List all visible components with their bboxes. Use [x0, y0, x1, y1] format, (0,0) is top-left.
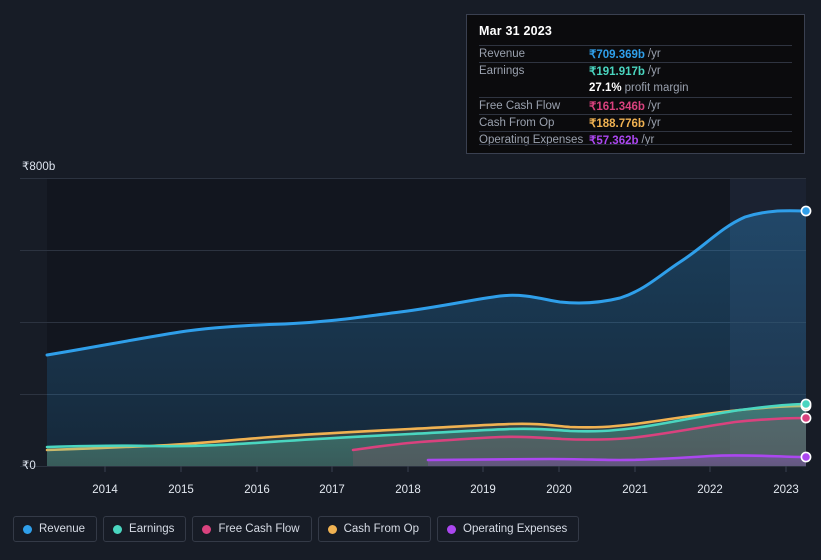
x-axis-label-2015: 2015	[168, 484, 194, 496]
chart-page: ₹800b ₹0 2014 2015 2016 2017 2018 2019 2…	[0, 0, 821, 560]
end-marker-free-cash-flow	[800, 412, 812, 424]
x-axis-label-2023: 2023	[773, 484, 799, 496]
legend-item-cash-from-op[interactable]: Cash From Op	[317, 516, 432, 542]
end-marker-revenue	[800, 205, 812, 217]
tooltip-unit-earnings: /yr	[647, 65, 661, 78]
legend-label-free-cash-flow: Free Cash Flow	[218, 523, 300, 535]
legend-label-cash-from-op: Cash From Op	[343, 523, 420, 535]
tooltip-row-profit-margin: 27.1% profit margin	[479, 79, 792, 96]
tooltip-row-earnings: Earnings ₹191.917b /yr	[479, 62, 792, 79]
legend-dot-cash-from-op-icon	[327, 524, 337, 534]
legend-label-operating-expenses: Operating Expenses	[463, 523, 568, 535]
legend-dot-earnings-icon	[113, 524, 123, 534]
legend-label-earnings: Earnings	[129, 523, 175, 535]
tooltip-label-cash-from-op: Cash From Op	[479, 116, 555, 129]
x-axis-label-2022: 2022	[697, 484, 723, 496]
y-axis-label-bottom: ₹0	[22, 460, 36, 472]
legend-item-earnings[interactable]: Earnings	[103, 516, 187, 542]
tooltip-value-earnings: ₹191.917b	[589, 66, 645, 79]
chart-legend: Revenue Earnings Free Cash Flow Cash Fro…	[13, 516, 580, 542]
tooltip-bottom-divider	[479, 144, 792, 145]
tooltip-value-free-cash-flow: ₹161.346b	[589, 100, 645, 113]
tooltip-unit-revenue: /yr	[647, 48, 661, 61]
end-marker-operating-expenses	[800, 451, 812, 463]
tooltip-row-revenue: Revenue ₹709.369b /yr	[479, 45, 792, 62]
tooltip-unit-free-cash-flow: /yr	[647, 99, 661, 112]
tooltip-value-profit-margin: 27.1%	[589, 81, 622, 94]
tooltip-unit-profit-margin: profit margin	[624, 81, 689, 94]
chart-tooltip: Mar 31 2023 Revenue ₹709.369b /yr Earnin…	[466, 14, 805, 154]
x-axis-label-2018: 2018	[395, 484, 421, 496]
x-axis-label-2021: 2021	[622, 484, 648, 496]
tooltip-row-cash-from-op: Cash From Op ₹188.776b /yr	[479, 113, 792, 131]
tooltip-row-free-cash-flow: Free Cash Flow ₹161.346b /yr	[479, 96, 792, 114]
legend-item-operating-expenses[interactable]: Operating Expenses	[437, 516, 580, 542]
x-axis-label-2020: 2020	[546, 484, 572, 496]
tooltip-label-free-cash-flow: Free Cash Flow	[479, 99, 561, 112]
legend-dot-revenue-icon	[23, 524, 32, 534]
tooltip-unit-cash-from-op: /yr	[647, 116, 661, 129]
legend-item-free-cash-flow[interactable]: Free Cash Flow	[192, 516, 312, 542]
tooltip-value-revenue: ₹709.369b	[589, 49, 645, 62]
tooltip-row-operating-expenses: Operating Expenses ₹57.362b /yr	[479, 130, 792, 148]
tooltip-date: Mar 31 2023	[479, 24, 553, 38]
x-axis-label-2019: 2019	[470, 484, 496, 496]
x-axis-label-2016: 2016	[244, 484, 270, 496]
end-marker-earnings	[800, 398, 812, 410]
y-axis-label-top: ₹800b	[22, 161, 56, 173]
x-axis-label-2014: 2014	[92, 484, 118, 496]
tooltip-value-cash-from-op: ₹188.776b	[589, 117, 645, 130]
legend-label-revenue: Revenue	[39, 523, 86, 535]
legend-dot-free-cash-flow-icon	[202, 524, 212, 534]
tooltip-label-earnings: Earnings	[479, 65, 525, 78]
tooltip-label-revenue: Revenue	[479, 48, 526, 61]
legend-item-revenue[interactable]: Revenue	[13, 516, 98, 542]
x-axis-label-2017: 2017	[319, 484, 345, 496]
legend-dot-operating-expenses-icon	[447, 524, 457, 534]
